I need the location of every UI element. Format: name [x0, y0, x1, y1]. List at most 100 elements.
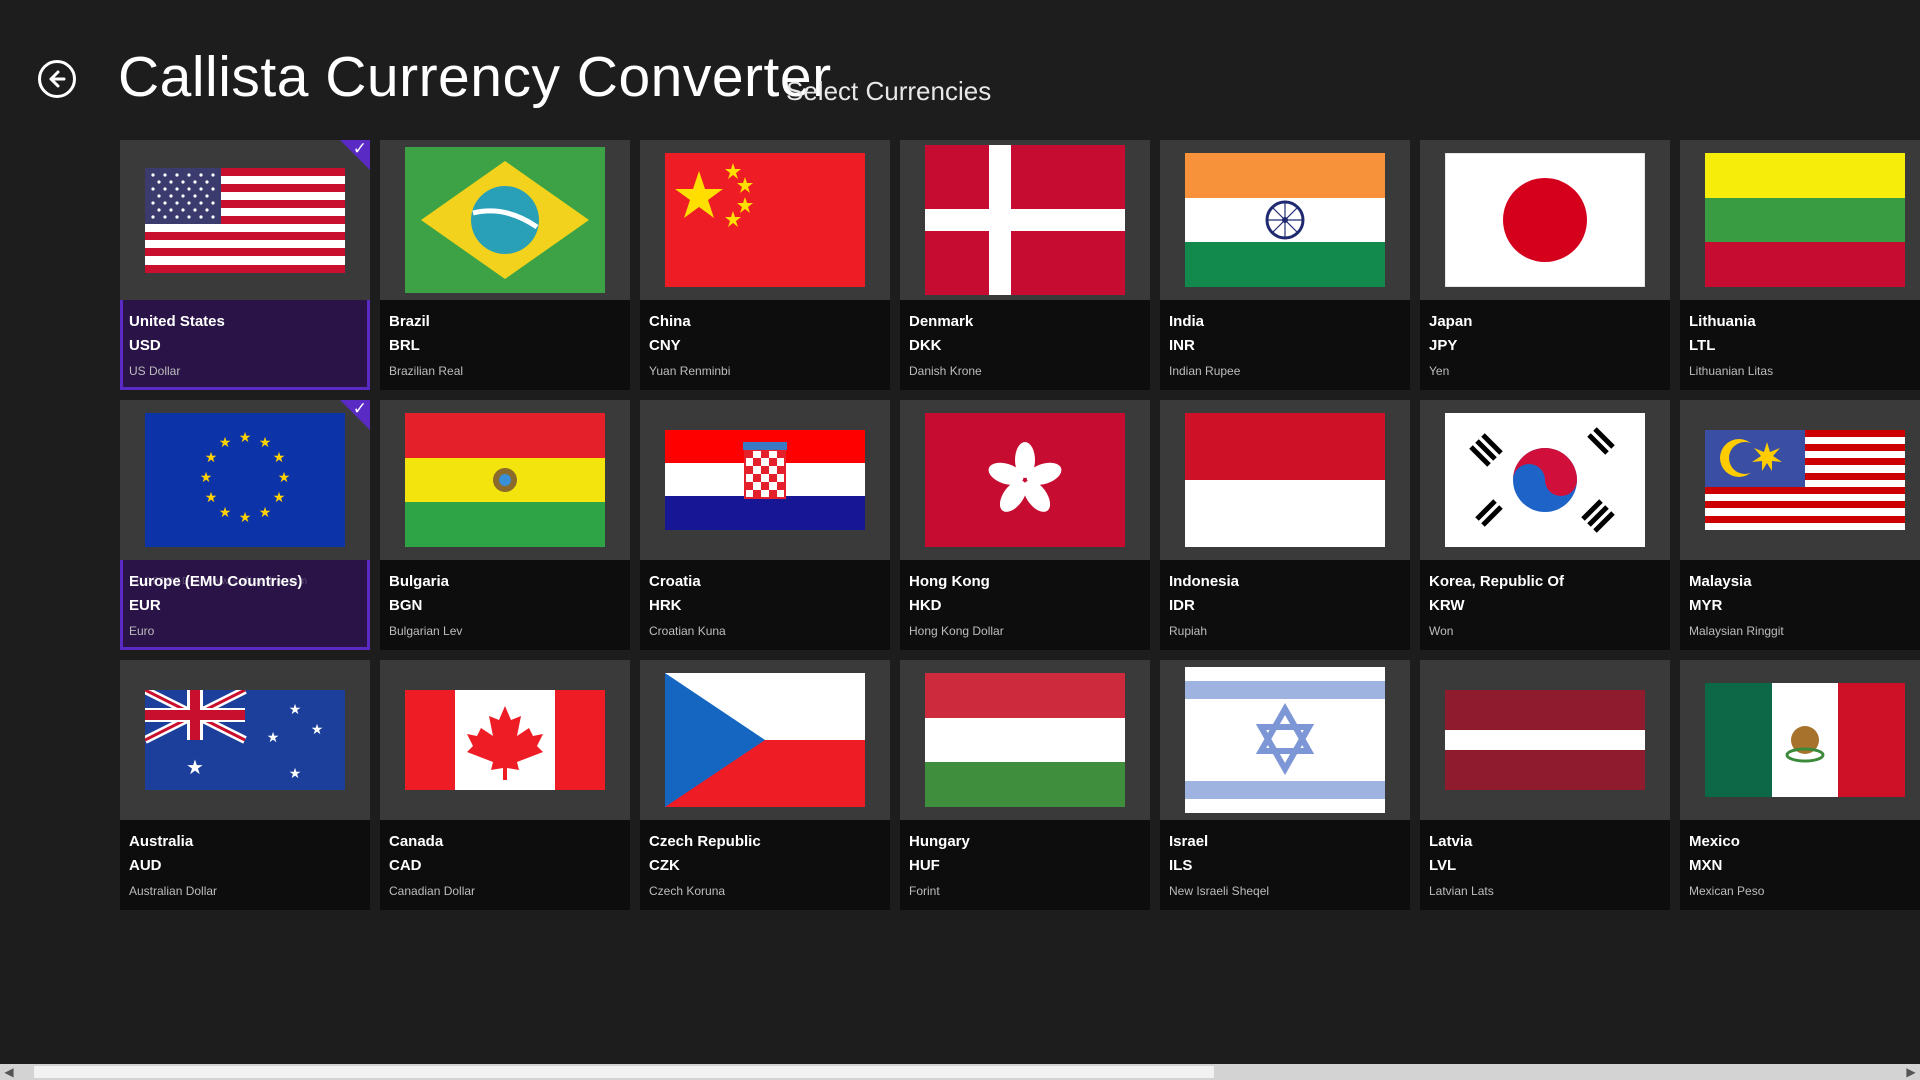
svg-text:★: ★ — [289, 766, 302, 782]
horizontal-scrollbar[interactable]: ◀ ▶ — [0, 1064, 1920, 1080]
currency-tile-eur[interactable]: ★ ★ ★ ★ ★ ★ ★ ★ ★ ★ ★ ★ ✓ Europe (EMU Countries)… — [120, 400, 370, 650]
flag-area — [900, 140, 1150, 300]
country-name: China — [649, 313, 691, 330]
svg-text:★: ★ — [278, 470, 291, 486]
currency-code: CAD — [389, 857, 422, 874]
currency-tile-ils[interactable]: Israel ILS New Israeli Sheqel — [1160, 660, 1410, 910]
currency-name: Danish Krone — [909, 364, 982, 378]
currency-tile-hrk[interactable]: Croatia HRK Croatian Kuna — [640, 400, 890, 650]
currency-tile-ltl[interactable]: Lithuania LTL Lithuanian Litas — [1680, 140, 1920, 390]
bolivia-style-flag-icon — [405, 413, 605, 547]
currency-code: BGN — [389, 597, 423, 614]
svg-text:★: ★ — [186, 755, 204, 779]
country-name: Japan — [1429, 313, 1473, 330]
flag-area: ★ ★ ★ ★ ★ — [120, 660, 370, 820]
korea-flag-icon — [1445, 413, 1645, 547]
flag-area — [1160, 140, 1410, 300]
flag-area — [1160, 400, 1410, 560]
currency-name: Indian Rupee — [1169, 364, 1241, 378]
flag-area — [1680, 660, 1920, 820]
back-button[interactable] — [38, 60, 76, 98]
currency-name: Euro — [129, 624, 155, 638]
eu-flag-icon: ★ ★★ ★★★ ★★★ ★★★ — [145, 413, 345, 547]
country-name: Denmark — [909, 313, 974, 330]
currency-tile-brl[interactable]: Brazil BRL Brazilian Real — [380, 140, 630, 390]
currency-tile-idr[interactable]: Indonesia IDR Rupiah — [1160, 400, 1410, 650]
currency-code: ILS — [1169, 857, 1193, 874]
country-name: Israel — [1169, 833, 1209, 850]
israel-flag-icon — [1185, 667, 1385, 813]
chevron-right-icon[interactable]: ▶ — [1902, 1064, 1920, 1080]
denmark-flag-icon — [925, 145, 1125, 295]
currency-tile-cad[interactable]: Canada CAD Canadian Dollar — [380, 660, 630, 910]
currency-name: Hong Kong Dollar — [909, 624, 1004, 638]
latvia-flag-icon — [1445, 690, 1645, 790]
flag-area — [380, 140, 630, 300]
svg-text:★: ★ — [267, 730, 280, 746]
flag-area — [900, 660, 1150, 820]
currency-tile-inr[interactable]: India INR Indian Rupee — [1160, 140, 1410, 390]
currency-name: Yen — [1429, 364, 1450, 378]
currency-code: LVL — [1429, 857, 1457, 874]
india-flag-icon — [1185, 153, 1385, 287]
flag-area — [1420, 660, 1670, 820]
country-name: Korea, Republic Of — [1429, 573, 1565, 590]
watermark: SOFTPEDIA www.softpedia.com — [136, 576, 309, 587]
flag-area — [1420, 400, 1670, 560]
lithuania-flag-icon — [1705, 153, 1905, 287]
flag-area — [120, 140, 370, 300]
currency-name: Rupiah — [1169, 624, 1208, 638]
currency-tile-usd[interactable]: ✓ United States USD US Dollar — [120, 140, 370, 390]
checkmark-icon: ✓ — [352, 140, 367, 158]
australia-flag-icon: ★ ★ ★ ★ ★ — [145, 690, 345, 790]
currency-code: LTL — [1689, 337, 1716, 354]
currency-name: Czech Koruna — [649, 884, 726, 898]
currency-tile-mxn[interactable]: Mexico MXN Mexican Peso — [1680, 660, 1920, 910]
currency-code: EUR — [129, 597, 161, 614]
svg-text:★: ★ — [259, 505, 272, 521]
flag-area — [1680, 400, 1920, 560]
hongkong-flag-icon — [925, 413, 1125, 547]
currency-name: Canadian Dollar — [389, 884, 476, 898]
currency-name: Croatian Kuna — [649, 624, 726, 638]
currency-code: INR — [1169, 337, 1195, 354]
currency-code: HUF — [909, 857, 940, 874]
flag-area — [380, 400, 630, 560]
scroll-thumb[interactable] — [34, 1066, 1214, 1078]
china-flag-icon — [665, 153, 865, 287]
svg-text:★: ★ — [289, 702, 302, 718]
arrow-left-icon — [49, 70, 66, 88]
currency-tile-dkk[interactable]: Denmark DKK Danish Krone — [900, 140, 1150, 390]
currency-name: Forint — [909, 884, 940, 898]
currency-tile-aud[interactable]: ★ ★ ★ ★ ★ Australia AUD Australian Dollar — [120, 660, 370, 910]
currency-code: JPY — [1429, 337, 1458, 354]
currency-code: USD — [129, 337, 161, 354]
currency-tile-jpy[interactable]: Japan JPY Yen — [1420, 140, 1670, 390]
currency-tile-krw[interactable]: Korea, Republic Of KRW Won — [1420, 400, 1670, 650]
currency-tile-huf[interactable]: Hungary HUF Forint — [900, 660, 1150, 910]
currency-name: Lithuanian Litas — [1689, 364, 1774, 378]
currency-tile-lvl[interactable]: Latvia LVL Latvian Lats — [1420, 660, 1670, 910]
currency-tile-hkd[interactable]: Hong Kong HKD Hong Kong Dollar — [900, 400, 1150, 650]
country-name: United States — [129, 313, 225, 330]
country-name: Canada — [389, 833, 444, 850]
canada-flag-icon — [405, 690, 605, 790]
currency-code: CNY — [649, 337, 681, 354]
currency-code: CZK — [649, 857, 680, 874]
country-name: Hungary — [909, 833, 970, 850]
flag-area — [380, 660, 630, 820]
app-title: Callista Currency Converter — [118, 45, 832, 109]
checkmark-icon: ✓ — [352, 400, 367, 418]
currency-name: Brazilian Real — [389, 364, 464, 378]
currency-code: MYR — [1689, 597, 1723, 614]
currency-tile-myr[interactable]: Malaysia MYR Malaysian Ringgit — [1680, 400, 1920, 650]
currency-name: Mexican Peso — [1689, 884, 1765, 898]
svg-text:★: ★ — [219, 505, 232, 521]
currency-tile-czk[interactable]: Czech Republic CZK Czech Koruna — [640, 660, 890, 910]
currency-name: New Israeli Sheqel — [1169, 884, 1270, 898]
chevron-left-icon[interactable]: ◀ — [0, 1064, 18, 1080]
currency-code: DKK — [909, 337, 942, 354]
currency-name: Australian Dollar — [129, 884, 218, 898]
currency-tile-cny[interactable]: China CNY Yuan Renminbi — [640, 140, 890, 390]
currency-tile-bgn[interactable]: Bulgaria BGN Bulgarian Lev — [380, 400, 630, 650]
